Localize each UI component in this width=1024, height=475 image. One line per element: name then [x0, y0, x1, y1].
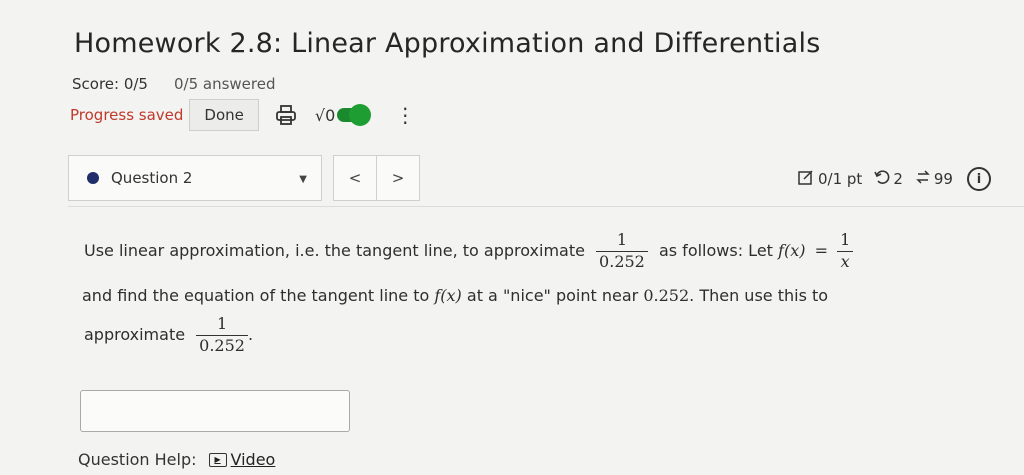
question-status-dot [87, 172, 99, 184]
question-line-1: Use linear approximation, i.e. the tange… [84, 230, 854, 273]
question-select-label: Question 2 [111, 169, 193, 187]
fraction-2-numerator: 1 [216, 314, 228, 333]
fraction-2-denominator: 0.252 [196, 334, 248, 357]
math-toggle-label: √0 [314, 105, 336, 125]
next-question-button[interactable]: > [376, 155, 420, 201]
question-text-7: . [247, 324, 254, 344]
question-text-2: as follows: Let [658, 240, 773, 260]
score-line: Score: 0/5 0/5 answered [72, 75, 276, 93]
play-icon: ▶ [208, 452, 227, 467]
math-display-toggle[interactable]: √0 [314, 104, 372, 126]
answered-count: 0/5 answered [173, 75, 276, 93]
edit-square-icon [798, 169, 814, 189]
equals-sign: = [814, 240, 828, 260]
question-help-label: Question Help: [78, 450, 197, 469]
page-title: Homework 2.8: Linear Approximation and D… [74, 28, 821, 59]
question-text-3: and find the equation of the tangent lin… [82, 286, 430, 305]
toggle-knob [349, 104, 372, 126]
info-icon[interactable]: i [966, 167, 991, 191]
retry-icon [874, 169, 890, 189]
progress-row: Progress saved Done √0 ⋮ [70, 99, 415, 131]
done-button[interactable]: Done [189, 99, 259, 131]
fraction-1-numerator: 1 [616, 230, 628, 249]
score-text: Score: 0/5 [72, 75, 148, 93]
question-text-5: . Then use this to [689, 286, 829, 305]
question-text-6: approximate [84, 324, 186, 344]
attempts-count: 99 [933, 170, 953, 188]
prev-question-button[interactable]: < [333, 155, 377, 201]
more-options-icon[interactable]: ⋮ [395, 105, 415, 125]
question-line-3: approximate 1 0.252. [84, 314, 253, 357]
near-value: 0.252 [643, 286, 690, 305]
question-select[interactable]: Question 2 ▼ [68, 155, 322, 201]
fraction-1: 1 0.252 [596, 230, 648, 273]
question-meta: 0/1 pt 2 99 i [798, 167, 991, 191]
question-text-1: Use linear approximation, i.e. the tange… [84, 240, 585, 260]
function-f-x-2: f(x) [434, 286, 462, 305]
video-help-link[interactable]: ▶ Video [208, 450, 276, 469]
print-icon[interactable] [273, 102, 299, 128]
question-help: Question Help: ▶ Video [78, 450, 275, 469]
divider [68, 206, 1024, 207]
function-f-x: f(x) [778, 240, 806, 260]
fraction-1-denominator: 0.252 [596, 250, 648, 273]
fraction-fx-numerator: 1 [840, 230, 851, 249]
points-text: 0/1 pt [818, 170, 863, 188]
question-line-2: and find the equation of the tangent lin… [82, 286, 828, 307]
answer-input[interactable] [80, 390, 350, 432]
fraction-2: 1 0.252 [196, 314, 248, 357]
caret-down-icon: ▼ [299, 174, 307, 185]
progress-saved-status: Progress saved [70, 106, 184, 124]
question-text-4: at a "nice" point near [466, 286, 639, 305]
retries-count: 2 [893, 170, 903, 188]
fraction-fx-denominator: x [837, 250, 854, 273]
fraction-fx: 1x [837, 230, 854, 273]
video-link-label: Video [230, 450, 276, 469]
toggle-track [337, 104, 372, 126]
attempts-icon [915, 169, 931, 189]
question-bar: Question 2 ▼ < > 0/1 pt 2 99 i [68, 155, 1024, 203]
